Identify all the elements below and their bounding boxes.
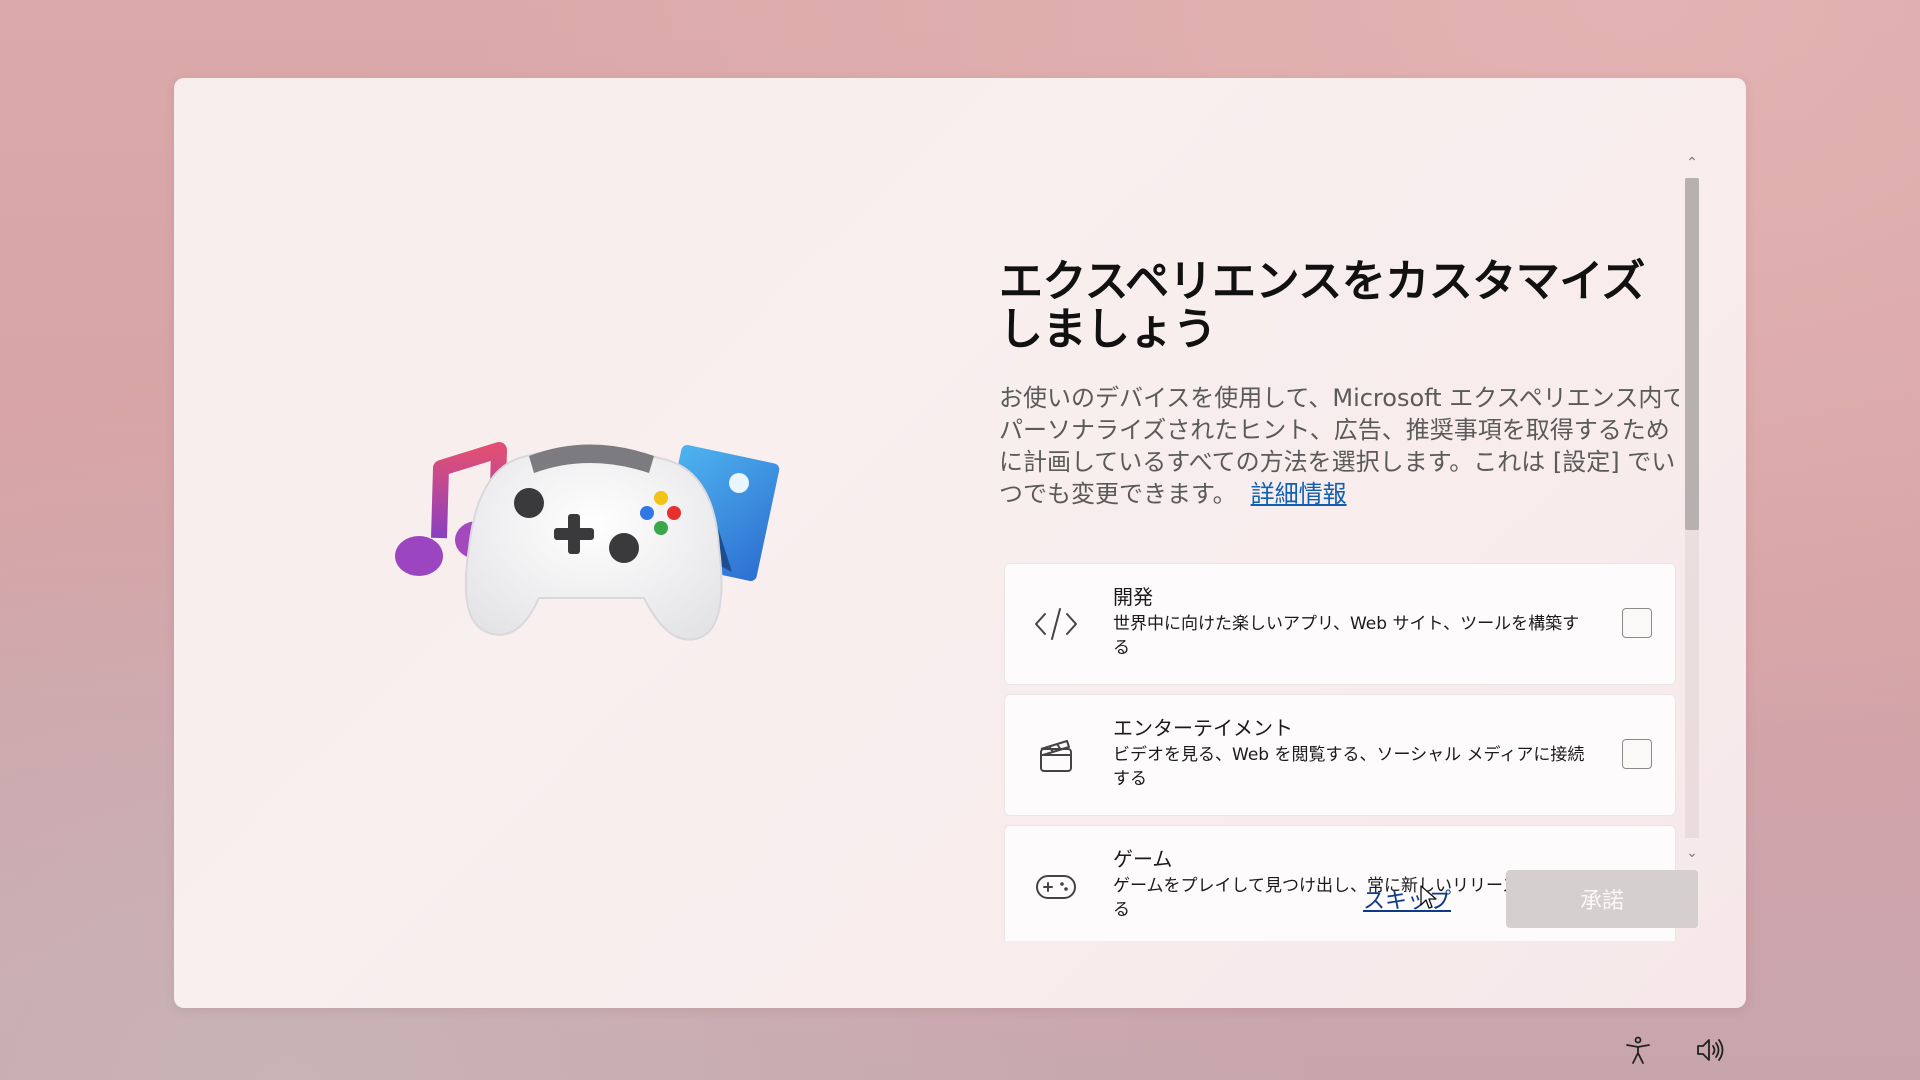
accept-button[interactable]: 承諾 (1506, 870, 1698, 928)
scroll-area[interactable]: エクスペリエンスをカスタマイズしましょう お使いのデバイスを使用して、Micro… (999, 153, 1679, 941)
learn-more-link[interactable]: 詳細情報 (1251, 480, 1347, 508)
clapperboard-icon (1040, 740, 1072, 772)
option-checkbox-entertainment[interactable] (1622, 739, 1652, 769)
option-name: エンターテイメント (1113, 716, 1293, 740)
gamepad-icon (1036, 875, 1076, 899)
option-name: ゲーム (1113, 847, 1173, 871)
accessibility-icon[interactable] (1623, 1035, 1653, 1065)
scroll-track[interactable] (1685, 178, 1699, 838)
mouse-cursor-icon (1420, 885, 1437, 909)
hero-illustration (395, 442, 780, 641)
gamepad-illustration (464, 444, 723, 641)
page-description: お使いのデバイスを使用して、Microsoft エクスペリエンス内でパーソナライ… (999, 382, 1679, 510)
page-title: エクスペリエンスをカスタマイズしましょう (999, 256, 1645, 355)
content-panel: エクスペリエンスをカスタマイズしましょう お使いのデバイスを使用して、Micro… (999, 153, 1689, 941)
option-texts: 開発 世界中に向けた楽しいアプリ、Web サイト、ツールを構築する (1113, 584, 1593, 660)
scroll-up-icon[interactable]: ⌃ (1681, 153, 1703, 173)
option-checkbox-development[interactable] (1622, 608, 1652, 638)
scroll-down-icon[interactable]: ⌄ (1681, 843, 1703, 863)
scrollbar[interactable]: ⌃ ⌄ (1681, 78, 1703, 868)
oobe-dialog: エクスペリエンスをカスタマイズしましょう お使いのデバイスを使用して、Micro… (174, 78, 1746, 1008)
option-name: 開発 (1113, 585, 1153, 609)
option-description: ビデオを見る、Web を閲覧する、ソーシャル メディアに接続する (1113, 745, 1585, 789)
volume-icon[interactable] (1695, 1035, 1725, 1065)
option-card-development[interactable]: 開発 世界中に向けた楽しいアプリ、Web サイト、ツールを構築する (1004, 563, 1676, 685)
code-icon (1035, 608, 1077, 640)
option-texts: エンターテイメント ビデオを見る、Web を閲覧する、ソーシャル メディアに接続… (1113, 715, 1593, 791)
option-description: 世界中に向けた楽しいアプリ、Web サイト、ツールを構築する (1113, 614, 1580, 658)
option-card-entertainment[interactable]: エンターテイメント ビデオを見る、Web を閲覧する、ソーシャル メディアに接続… (1004, 694, 1676, 816)
scroll-thumb[interactable] (1685, 178, 1699, 530)
